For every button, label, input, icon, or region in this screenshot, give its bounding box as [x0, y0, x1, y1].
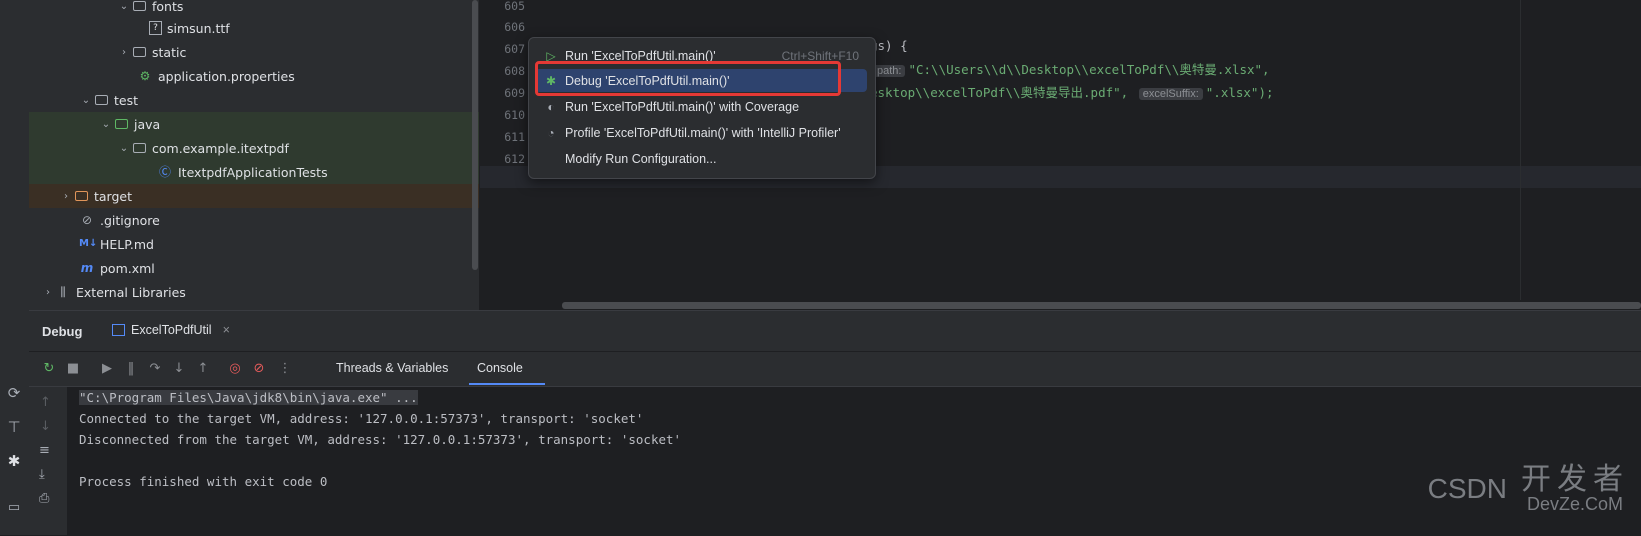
step-over-icon[interactable]: ↷: [147, 361, 163, 377]
gitignore-icon: ⊘: [81, 213, 93, 227]
chevron-right-icon[interactable]: ›: [59, 191, 73, 202]
tree-item-simsun[interactable]: ? simsun.ttf: [29, 16, 479, 40]
debug-toolbar: ↻ ■ ▶ ‖ ↷ ↓ ↑ ◎ ⊘ ⋮ Threads & Variables …: [29, 352, 1641, 387]
chevron-right-icon[interactable]: ›: [41, 287, 55, 298]
line-number: 606: [504, 20, 525, 34]
down-arrow-icon[interactable]: ↓: [40, 419, 51, 434]
left-tool-strip: ⟳ ⊤ ✱ ▭: [0, 0, 30, 535]
session-tab[interactable]: ExcelToPdfUtil ×: [112, 323, 230, 337]
tree-item-pom[interactable]: m pom.xml: [29, 256, 479, 280]
chevron-down-icon[interactable]: ⌄: [117, 143, 131, 154]
folder-icon: [93, 92, 109, 108]
line-number: 608: [504, 64, 525, 78]
folder-icon: [131, 0, 147, 14]
properties-icon: ⚙: [139, 69, 151, 83]
line-number: 605: [504, 0, 525, 13]
code-line-608: path: "C:\\Users\\d\\Desktop\\excelToPdf\…: [870, 59, 1270, 78]
debug-panel-title: Debug: [42, 324, 83, 339]
watermark-logo: 开发者: [1521, 463, 1629, 496]
maven-icon: m: [80, 261, 94, 275]
tree-scrollbar[interactable]: [472, 0, 478, 270]
step-out-icon[interactable]: ↑: [195, 361, 211, 377]
annotation-highlight-box: [535, 61, 841, 96]
services-icon[interactable]: ⟳: [3, 384, 25, 406]
project-tree: ⌄ fonts ? simsun.ttf › static ⚙ applicat…: [29, 0, 479, 310]
code-line-609: esktop\\excelToPdf\\奥特曼导出.pdf", excelSuf…: [870, 85, 1274, 100]
run-context-menu: ▷ Run 'ExcelToPdfUtil.main()' Ctrl+Shift…: [528, 37, 876, 179]
view-breakpoints-icon[interactable]: ◎: [227, 361, 243, 377]
console-line: Process finished with exit code 0: [79, 474, 328, 489]
coverage-icon: ◐: [547, 99, 555, 114]
profiler-icon: ◔: [547, 125, 555, 140]
console-line: "C:\Program Files\Java\jdk8\bin\java.exe…: [79, 390, 418, 405]
active-tab-indicator: [469, 383, 545, 385]
line-number: 611: [504, 130, 525, 144]
param-hint: path:: [873, 65, 906, 77]
mute-breakpoints-icon[interactable]: ⊘: [251, 361, 267, 377]
param-hint: excelSuffix:: [1138, 88, 1203, 100]
tree-item-help-md[interactable]: M↓ HELP.md: [29, 232, 479, 256]
up-arrow-icon[interactable]: ↑: [40, 395, 51, 410]
editor-horizontal-scrollbar[interactable]: [562, 302, 1641, 309]
tree-item-java[interactable]: ⌄ java: [29, 112, 479, 136]
watermark: CSDN 开发者 DevZe.CoM: [1427, 463, 1629, 514]
chevron-down-icon[interactable]: ⌄: [99, 119, 113, 130]
pause-icon[interactable]: ‖: [123, 361, 139, 377]
tree-item-external-libraries[interactable]: › ⫼ External Libraries: [29, 280, 479, 304]
unknown-file-icon: ?: [149, 21, 162, 35]
tree-item-static[interactable]: › static: [29, 40, 479, 64]
chevron-down-icon[interactable]: ⌄: [79, 95, 93, 106]
folder-icon: [73, 188, 89, 204]
terminal-icon[interactable]: ▭: [3, 500, 25, 522]
tree-item-test[interactable]: ⌄ test: [29, 88, 479, 112]
line-number: 612: [504, 152, 525, 166]
soft-wrap-icon[interactable]: ≡: [39, 443, 50, 458]
line-number: 607: [504, 42, 525, 56]
right-margin-guide: [1520, 0, 1521, 300]
line-number: 609: [504, 86, 525, 100]
step-into-icon[interactable]: ↓: [171, 361, 187, 377]
library-icon: ⫼: [60, 285, 66, 299]
stop-icon[interactable]: ■: [65, 361, 81, 377]
folder-icon: [131, 44, 147, 60]
menu-item-profile[interactable]: ◔ Profile 'ExcelToPdfUtil.main()' with '…: [535, 121, 867, 144]
line-number: 610: [504, 108, 525, 122]
tree-item-target[interactable]: › target: [29, 184, 479, 208]
debug-tab-row: Debug ExcelToPdfUtil ×: [29, 311, 1641, 352]
chevron-down-icon[interactable]: ⌄: [117, 1, 131, 12]
rerun-icon[interactable]: ↻: [41, 361, 57, 377]
scroll-to-end-icon[interactable]: ⤓: [39, 467, 45, 482]
resume-icon[interactable]: ▶: [99, 361, 115, 377]
console-line: Disconnected from the target VM, address…: [79, 432, 682, 447]
console-line: Connected to the target VM, address: '12…: [79, 411, 644, 426]
print-icon[interactable]: ⎙: [39, 491, 49, 506]
tree-item-gitignore[interactable]: ⊘ .gitignore: [29, 208, 479, 232]
close-icon[interactable]: ×: [223, 323, 230, 337]
build-icon[interactable]: ⊤: [3, 418, 25, 440]
tab-threads-variables[interactable]: Threads & Variables: [336, 361, 448, 375]
chevron-right-icon[interactable]: ›: [117, 47, 131, 58]
class-icon: Ⓒ: [158, 165, 171, 179]
package-icon: [131, 140, 147, 156]
console-side-toolbar: ↑ ↓ ≡ ⤓ ⎙: [29, 387, 67, 535]
folder-icon: [113, 116, 129, 132]
tab-console[interactable]: Console: [477, 361, 523, 375]
menu-item-coverage[interactable]: ◐ Run 'ExcelToPdfUtil.main()' with Cover…: [535, 95, 867, 118]
debug-tool-icon[interactable]: ✱: [3, 452, 25, 474]
tree-item-test-class[interactable]: Ⓒ ItextpdfApplicationTests: [29, 160, 479, 184]
app-icon: [112, 324, 125, 336]
tree-item-application-properties[interactable]: ⚙ application.properties: [29, 64, 479, 88]
markdown-icon: M↓: [79, 238, 98, 249]
more-icon[interactable]: ⋮: [277, 361, 293, 377]
tree-item-package[interactable]: ⌄ com.example.itextpdf: [29, 136, 479, 160]
menu-item-modify-run-config[interactable]: Modify Run Configuration...: [535, 147, 867, 170]
